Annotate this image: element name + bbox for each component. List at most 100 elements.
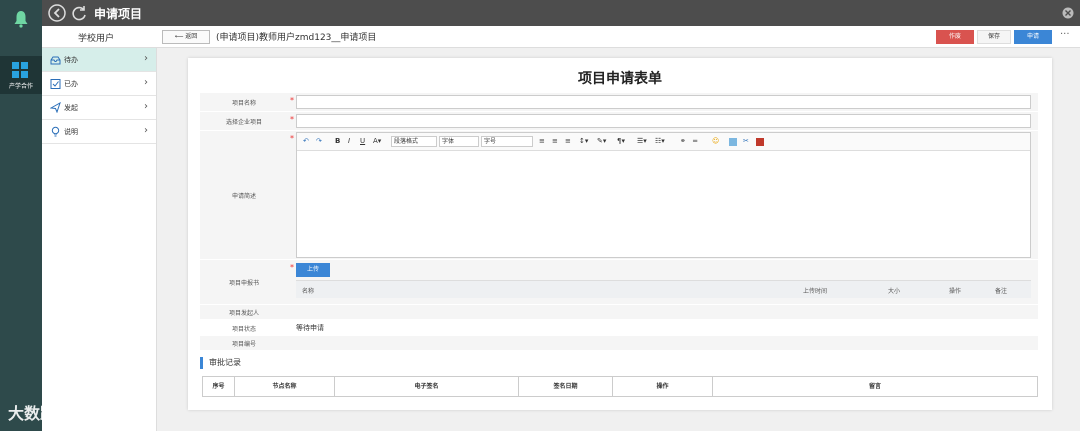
italic-icon[interactable]: I (348, 137, 350, 145)
inbox-icon (50, 56, 61, 65)
rail-app-cooperation[interactable]: 产学合作 (0, 56, 42, 94)
required-mark: * (290, 263, 294, 272)
refresh-icon[interactable] (70, 4, 88, 22)
approval-col-action: 操作 (613, 377, 713, 396)
emoji-icon[interactable]: ☺ (712, 137, 719, 145)
back-icon[interactable] (48, 4, 66, 22)
file-col-size: 大小 (888, 288, 901, 295)
initiator-label: 项目发起人 (228, 310, 259, 317)
form-title: 项目申请表单 (578, 71, 662, 87)
sidebar-item-label: 发起 (64, 104, 78, 112)
bell-icon[interactable] (13, 10, 29, 28)
redo-icon[interactable]: ↷ (316, 137, 322, 145)
report-row: 项目申报书 * 上传 名称 上传时间 大小 操作 备注 (200, 260, 1038, 304)
approval-col-index: 序号 (203, 377, 235, 396)
report-label: 项目申报书 (228, 280, 259, 287)
project-name-row: 项目名称 * (200, 93, 1038, 111)
file-col-upload-time: 上传时间 (803, 288, 828, 295)
line-height-icon[interactable]: ↕▾ (579, 137, 588, 145)
description-label: 申请简述 (231, 193, 256, 200)
left-rail: 产学合作 (0, 0, 42, 431)
underline-icon[interactable]: U (360, 137, 365, 145)
save-button[interactable]: 保存 (977, 30, 1011, 44)
sidebar-item-todo[interactable]: 待办 › (42, 48, 156, 72)
sidebar-item-label: 说明 (64, 128, 78, 136)
required-mark: * (290, 96, 294, 105)
file-col-action: 操作 (949, 288, 962, 295)
approval-col-signature: 电子签名 (335, 377, 519, 396)
horizontal-rule-icon[interactable]: ═ (693, 137, 697, 145)
initiator-row: 项目发起人 (200, 305, 1038, 319)
more-menu-icon[interactable]: ··· (1060, 29, 1070, 40)
required-mark: * (290, 134, 294, 143)
window-title: 申请项目 (94, 7, 143, 21)
approval-section-title: 审批记录 (200, 357, 241, 369)
chevron-right-icon: › (144, 101, 148, 112)
image-icon[interactable] (729, 138, 737, 146)
chevron-right-icon: › (144, 125, 148, 136)
link-icon[interactable]: ⚭ (680, 137, 686, 145)
font-size-select[interactable]: 字号 (481, 136, 533, 147)
file-col-name: 名称 (302, 288, 315, 295)
status-row: 项目状态 等待申请 (200, 320, 1038, 335)
sidebar-item-initiate[interactable]: 发起 › (42, 96, 156, 120)
file-col-remark: 备注 (995, 288, 1008, 295)
align-center-icon[interactable]: ≡ (552, 137, 558, 145)
close-icon[interactable] (1062, 7, 1074, 19)
status-label: 项目状态 (231, 326, 256, 333)
paragraph-format-select[interactable]: 段落格式 (391, 136, 437, 147)
format-icon[interactable]: ¶▾ (617, 137, 625, 145)
align-left-icon[interactable]: ≡ (539, 137, 545, 145)
apply-button[interactable]: 申请 (1014, 30, 1052, 44)
editor-toolbar: ↶ ↷ B I U A▾ 段落格式 字体 字号 ≡ ≡ ≡ ↕▾ ✎▾ ¶▾ ☰… (297, 133, 1030, 151)
undo-icon[interactable]: ↶ (303, 137, 309, 145)
sidebar-item-label: 待办 (64, 56, 78, 64)
send-icon (50, 102, 61, 113)
return-label: 返回 (185, 33, 198, 40)
approval-col-date: 签名日期 (519, 377, 613, 396)
description-row: 申请简述 * ↶ ↷ B I U A▾ 段落格式 字体 字号 ≡ ≡ ≡ ↕▾ … (200, 131, 1038, 259)
enterprise-project-input[interactable] (296, 114, 1031, 128)
project-name-input[interactable] (296, 95, 1031, 109)
watermark: 大数跨境 (8, 404, 73, 423)
void-button[interactable]: 作废 (936, 30, 974, 44)
user-type-label: 学校用户 (78, 34, 115, 44)
return-arrow-icon: ⟵ (174, 33, 184, 40)
approval-col-message: 留言 (868, 383, 881, 390)
lightbulb-icon (51, 126, 60, 137)
checklist-icon (50, 79, 61, 89)
align-right-icon[interactable]: ≡ (565, 137, 571, 145)
sidebar-item-help[interactable]: 说明 › (42, 120, 156, 144)
title-bar: 申请项目 (42, 0, 1080, 26)
sidebar-item-done[interactable]: 已办 › (42, 72, 156, 96)
attachment-icon[interactable]: ✂ (743, 137, 749, 145)
enterprise-project-row: 选择企业项目 * (200, 112, 1038, 130)
chevron-right-icon: › (144, 53, 148, 64)
project-number-label: 项目编号 (231, 341, 256, 348)
highlight-icon[interactable]: ✎▾ (597, 137, 606, 145)
return-button[interactable]: ⟵ 返回 (162, 30, 210, 44)
chevron-right-icon: › (144, 77, 148, 88)
file-table-header: 名称 上传时间 大小 操作 备注 (296, 280, 1031, 298)
required-mark: * (290, 115, 294, 124)
sub-header: 学校用户 ⟵ 返回 (申请项目)教师用户zmd123__申请项目 作废 保存 申… (42, 26, 1080, 48)
bold-icon[interactable]: B (335, 137, 340, 145)
approval-table: 序号 节点名称 电子签名 签名日期 操作 留言 (202, 376, 1038, 397)
windows-icon (12, 62, 28, 78)
approval-col-node: 节点名称 (235, 377, 335, 396)
project-name-label: 项目名称 (231, 100, 256, 107)
upload-button[interactable]: 上传 (296, 263, 330, 277)
unordered-list-icon[interactable]: ☷▾ (655, 137, 665, 145)
font-color-icon[interactable]: A▾ (373, 137, 381, 145)
enterprise-project-label: 选择企业项目 (225, 119, 262, 126)
form-card: 项目申请表单 项目名称 * 选择企业项目 * 申请简述 * ↶ ↷ B I U … (188, 58, 1052, 410)
font-select[interactable]: 字体 (439, 136, 479, 147)
breadcrumb: (申请项目)教师用户zmd123__申请项目 (216, 33, 377, 43)
ordered-list-icon[interactable]: ☰▾ (637, 137, 647, 145)
sidebar: 待办 › 已办 › 发起 › 说明 › (42, 48, 157, 431)
status-value: 等待申请 (296, 324, 324, 332)
rich-text-editor[interactable]: ↶ ↷ B I U A▾ 段落格式 字体 字号 ≡ ≡ ≡ ↕▾ ✎▾ ¶▾ ☰… (296, 132, 1031, 258)
rail-app-label: 产学合作 (8, 83, 33, 90)
video-icon[interactable] (756, 138, 764, 146)
sidebar-item-label: 已办 (64, 80, 78, 88)
